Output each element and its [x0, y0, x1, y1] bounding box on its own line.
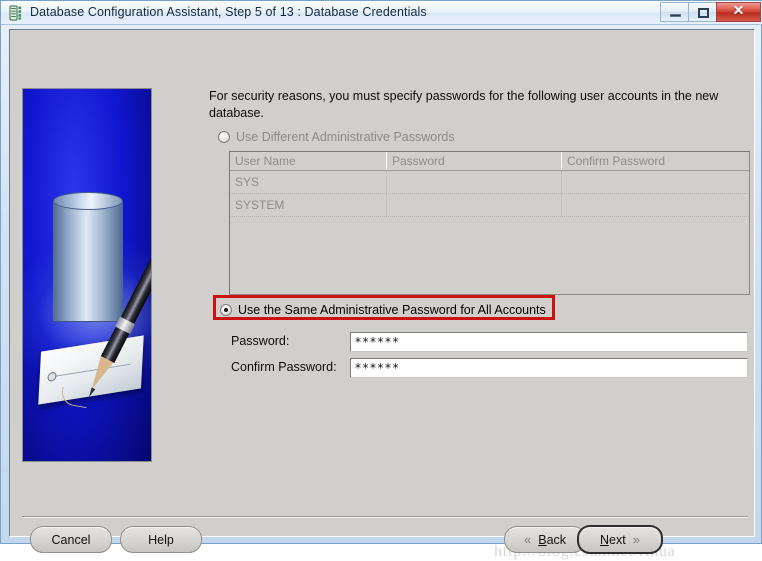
column-header-user-name: User Name [230, 152, 387, 170]
tag-eyelet [47, 371, 57, 382]
window-title: Database Configuration Assistant, Step 5… [30, 5, 427, 19]
cell-password[interactable] [387, 194, 562, 216]
database-icon [9, 5, 25, 21]
title-bar[interactable]: Database Configuration Assistant, Step 5… [1, 1, 762, 25]
minimize-button[interactable] [660, 2, 689, 22]
password-label: Password: [231, 334, 290, 348]
next-mnemonic: N [600, 532, 610, 547]
cell-confirm-password[interactable] [562, 171, 749, 193]
cylinder-top [53, 192, 123, 210]
radio-button-icon [220, 304, 232, 316]
cell-confirm-password[interactable] [562, 194, 749, 216]
credentials-table[interactable]: User Name Password Confirm Password SYS … [229, 151, 750, 295]
password-input[interactable]: ****** [350, 332, 748, 352]
cell-password[interactable] [387, 171, 562, 193]
next-button-label: Next [600, 533, 626, 547]
next-button[interactable]: Next » [577, 525, 663, 554]
radio-use-same-password[interactable]: Use the Same Administrative Password for… [220, 303, 546, 317]
cell-user-name: SYSTEM [230, 194, 387, 216]
radio-label-same: Use the Same Administrative Password for… [238, 303, 546, 317]
cancel-button-label: Cancel [51, 532, 91, 547]
dialog-client-area: For security reasons, you must specify p… [9, 29, 755, 560]
back-label-rest: ack [546, 532, 567, 547]
cell-user-name: SYS [230, 171, 387, 193]
pen-tip [86, 387, 95, 398]
chevron-left-icon: « [523, 532, 532, 547]
next-label-rest: ext [609, 532, 626, 547]
application-window: Database Configuration Assistant, Step 5… [0, 0, 762, 560]
confirm-password-input[interactable]: ****** [350, 358, 748, 378]
maximize-icon [698, 8, 709, 18]
help-button[interactable]: Help [120, 526, 202, 553]
database-cylinder-graphic [53, 192, 123, 322]
maximize-button[interactable] [688, 2, 717, 22]
sidebar-illustration [22, 88, 152, 462]
footer-separator [22, 516, 748, 518]
column-header-confirm-password: Confirm Password [567, 154, 666, 168]
back-button-label: Back [538, 533, 566, 547]
table-header-row: User Name Password Confirm Password [230, 152, 749, 171]
cylinder-band [53, 291, 123, 322]
cancel-button[interactable]: Cancel [30, 526, 112, 553]
confirm-password-label: Confirm Password: [231, 360, 337, 374]
radio-label-different: Use Different Administrative Passwords [236, 130, 455, 144]
back-button[interactable]: « Back [504, 526, 586, 553]
minimize-icon [670, 14, 681, 17]
cylinder-band [53, 231, 123, 262]
column-header-password: Password [387, 152, 562, 170]
window-controls: ✕ [660, 2, 761, 23]
radio-use-different-passwords[interactable]: Use Different Administrative Passwords [218, 130, 455, 144]
table-row[interactable]: SYSTEM [230, 194, 749, 217]
close-icon: ✕ [732, 4, 745, 19]
close-button[interactable]: ✕ [716, 2, 761, 22]
table-row[interactable]: SYS [230, 171, 749, 194]
radio-button-icon [218, 131, 230, 143]
help-button-label: Help [148, 532, 174, 547]
instruction-text: For security reasons, you must specify p… [209, 89, 719, 120]
chevron-right-icon: » [632, 532, 640, 547]
back-mnemonic: B [538, 532, 547, 547]
cylinder-band [53, 261, 123, 292]
